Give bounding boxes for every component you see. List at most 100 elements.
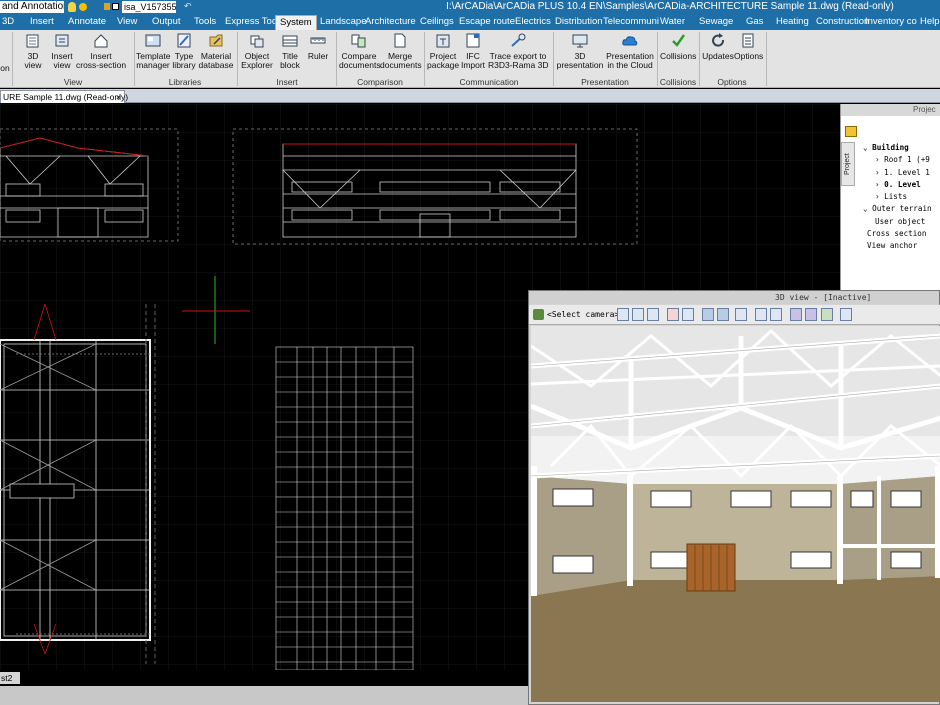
view-tool-button[interactable] [821, 308, 833, 321]
expand-icon[interactable]: ⌄ [863, 143, 872, 152]
view-tool-button[interactable] [770, 308, 782, 321]
expand-icon[interactable]: ⌄ [863, 204, 872, 213]
layer-state-icons[interactable] [104, 2, 120, 12]
undo-arrow-icon[interactable]: ↶ [184, 1, 192, 12]
view-tool-button[interactable] [667, 308, 679, 321]
tree-item-outer-terrain[interactable]: ⌄ Outer terrain [863, 203, 932, 215]
layer-dropdown[interactable]: isa_V157355 [122, 1, 176, 13]
view-tool-button[interactable] [647, 308, 659, 321]
collisions-button[interactable]: Collisions [660, 32, 696, 61]
communication-group-label: Communication [459, 77, 519, 87]
object-explorer-icon [250, 35, 264, 48]
template-manager-button[interactable]: Template manager [136, 32, 171, 70]
close-tab-icon[interactable]: × [116, 91, 121, 103]
3d-view-title: 3D view - [Inactive] [529, 291, 939, 304]
camera-icon[interactable] [533, 309, 544, 320]
tab-escape-route[interactable]: Escape route [459, 16, 515, 28]
view-tool-button[interactable] [755, 308, 767, 321]
layout-tab-bar: st2 [0, 670, 528, 705]
ifc-import-button[interactable]: IFC Import [458, 32, 488, 70]
ruler-button[interactable]: Ruler [304, 32, 332, 61]
navigate-airplane-button[interactable] [717, 308, 729, 321]
view-group-label: View [63, 77, 83, 87]
collapse-arrow-icon[interactable]: › [875, 155, 884, 164]
view-tool-button[interactable] [632, 308, 644, 321]
insert-view-button[interactable]: Insert view [47, 32, 77, 70]
tab-help[interactable]: Help [920, 16, 940, 28]
insert-cross-section-button[interactable]: Insert cross-section [76, 32, 126, 70]
lightbulb-icon[interactable] [68, 2, 76, 12]
layout-tab[interactable]: st2 [0, 672, 20, 684]
tree-item-level-1[interactable]: › 1. Level 1 [863, 167, 932, 179]
tree-item-level-0[interactable]: › 0. Level [863, 179, 932, 191]
tab-heating[interactable]: Heating [776, 16, 809, 28]
trace-export-label: Trace export to R3D3-Rama 3D [488, 51, 549, 70]
group-separator [237, 32, 238, 86]
tab-landscape[interactable]: Landscape [320, 16, 366, 28]
updates-label: Updates [702, 51, 734, 61]
ribbon-tab-bar: 3D Insert Annotate View Output Tools Exp… [0, 14, 940, 30]
tab-view[interactable]: View [117, 16, 137, 28]
tree-item-user-object[interactable]: User object [863, 216, 932, 228]
tab-sewage[interactable]: Sewage [699, 16, 733, 28]
workspace-selector[interactable]: and Annotation [0, 1, 64, 13]
compare-documents-button[interactable]: Compare documents [339, 32, 381, 70]
collapse-arrow-icon[interactable]: › [875, 168, 884, 177]
view-tool-button[interactable] [805, 308, 817, 321]
view-tool-button[interactable] [840, 308, 852, 321]
3d-presentation-button[interactable]: 3D presentation [556, 32, 604, 70]
presentation-cloud-button[interactable]: Presentation in the Cloud [606, 32, 654, 70]
tab-inventory[interactable]: Inventory co [865, 16, 917, 28]
view-tool-button[interactable] [617, 308, 629, 321]
tab-electrics[interactable]: Electrics [515, 16, 551, 28]
type-library-button[interactable]: Type library [170, 32, 198, 70]
tab-annotate[interactable]: Annotate [68, 16, 106, 28]
view-tool-button[interactable] [702, 308, 714, 321]
tree-item-building[interactable]: ⌄ Building [863, 142, 932, 154]
tree-item-view-anchor[interactable]: View anchor [863, 240, 932, 252]
tab-output[interactable]: Output [152, 16, 181, 28]
title-block-button[interactable]: Title block [276, 32, 304, 70]
tab-ceilings[interactable]: Ceilings [420, 16, 454, 28]
project-vertical-tab[interactable]: Project [841, 142, 855, 186]
tab-architecture[interactable]: Architecture [365, 16, 416, 28]
view-tool-button[interactable] [790, 308, 802, 321]
collapse-arrow-icon[interactable]: › [875, 180, 884, 189]
libraries-group-label: Libraries [168, 77, 202, 87]
3d-presentation-label: 3D presentation [556, 51, 604, 70]
tab-water[interactable]: Water [660, 16, 685, 28]
material-database-button[interactable]: Material database [198, 32, 234, 70]
template-manager-icon [145, 34, 161, 47]
tab-distribution[interactable]: Distribution [555, 16, 603, 28]
camera-selector[interactable]: <Select camera> [547, 308, 619, 322]
project-package-button[interactable]: Project package [427, 32, 459, 70]
tab-telecommuni[interactable]: Telecommuni [603, 16, 659, 28]
options-button[interactable]: Options [734, 32, 763, 61]
tab-tools[interactable]: Tools [194, 16, 216, 28]
3d-view-button[interactable]: 3D view [18, 32, 48, 70]
project-panel-icon[interactable] [845, 126, 857, 137]
project-package-label: Project package [427, 51, 460, 70]
trace-export-button[interactable]: Trace export to R3D3-Rama 3D [488, 32, 548, 70]
document-tab[interactable]: URE Sample 11.dwg (Read-only) × [0, 90, 128, 103]
tab-construction[interactable]: Construction [816, 16, 869, 28]
tree-item-roof[interactable]: › Roof 1 (+9 [863, 154, 932, 166]
tab-3d[interactable]: 3D [2, 16, 14, 28]
collapse-arrow-icon[interactable]: › [875, 192, 884, 201]
sun-icon[interactable] [79, 3, 87, 11]
cut-off-button-label[interactable]: on [0, 64, 10, 73]
view-tool-button[interactable] [682, 308, 694, 321]
updates-button[interactable]: Updates [702, 32, 734, 61]
merge-documents-button[interactable]: Merge documents [380, 32, 422, 70]
view-tool-button[interactable] [735, 308, 747, 321]
object-explorer-button[interactable]: Object Explorer [240, 32, 274, 70]
group-separator [766, 32, 767, 86]
tree-item-cross-section[interactable]: Cross section [863, 228, 932, 240]
project-tree: ⌄ Building › Roof 1 (+9 › 1. Level 1 › 0… [863, 142, 932, 253]
tab-system[interactable]: System [275, 15, 317, 30]
3d-view-toolbar: <Select camera> [529, 305, 940, 325]
tree-item-lists[interactable]: › Lists [863, 191, 932, 203]
tab-insert[interactable]: Insert [30, 16, 54, 28]
tab-gas[interactable]: Gas [746, 16, 763, 28]
3d-viewport[interactable] [531, 326, 940, 702]
